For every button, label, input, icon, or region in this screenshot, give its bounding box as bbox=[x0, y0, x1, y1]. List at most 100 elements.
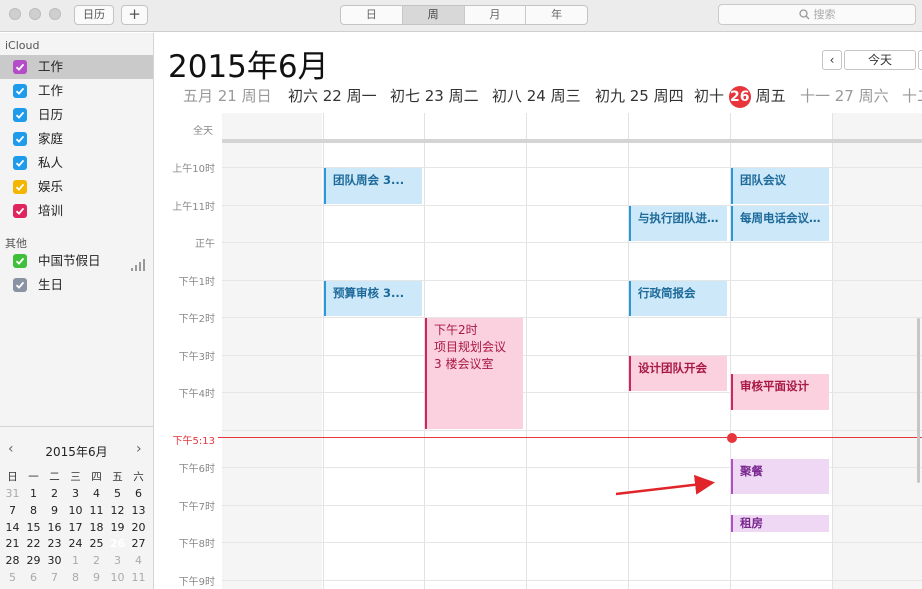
mini-calendar-day[interactable]: 3 bbox=[65, 486, 86, 502]
calendar-event[interactable]: 行政简报会 bbox=[629, 280, 727, 316]
add-event-button[interactable]: + bbox=[121, 5, 148, 25]
hour-label: 下午7时 bbox=[178, 501, 215, 513]
day-header[interactable]: 十二 bbox=[902, 85, 922, 109]
mini-calendar-day[interactable]: 26 bbox=[107, 535, 128, 553]
calendar-item[interactable]: 私人 bbox=[0, 151, 153, 175]
calendar-item[interactable]: 日历 bbox=[0, 103, 153, 127]
mini-calendar-day[interactable]: 17 bbox=[65, 520, 86, 536]
calendar-event[interactable]: 团队会议 bbox=[731, 168, 829, 204]
calendar-event[interactable]: 每周电话会议... bbox=[731, 205, 829, 241]
day-header[interactable]: 初七 23 周二 bbox=[390, 85, 479, 109]
calendar-item[interactable]: 工作 bbox=[0, 79, 153, 103]
hour-label: 上午11时 bbox=[172, 201, 215, 213]
mini-calendar-day[interactable]: 6 bbox=[23, 570, 44, 586]
mini-calendar-day[interactable]: 20 bbox=[128, 520, 149, 536]
mini-calendar-next-button[interactable]: › bbox=[136, 441, 142, 457]
mini-calendar-day[interactable]: 3 bbox=[107, 553, 128, 569]
mini-calendar-day[interactable]: 13 bbox=[128, 503, 149, 519]
mini-calendar-day[interactable]: 7 bbox=[2, 503, 23, 519]
zoom-window-button[interactable] bbox=[49, 8, 61, 20]
mini-calendar-day[interactable]: 10 bbox=[65, 503, 86, 519]
mini-calendar-day[interactable]: 15 bbox=[23, 520, 44, 536]
mini-calendar-day[interactable]: 18 bbox=[86, 520, 107, 536]
mini-calendar-day[interactable]: 6 bbox=[128, 486, 149, 502]
mini-calendar-day[interactable]: 4 bbox=[86, 486, 107, 502]
prev-week-button[interactable]: ‹ bbox=[822, 50, 842, 70]
mini-calendar-day[interactable]: 31 bbox=[2, 486, 23, 502]
mini-calendar-day[interactable]: 27 bbox=[128, 536, 149, 552]
calendar-item[interactable]: 工作 bbox=[0, 55, 153, 79]
mini-calendar-day[interactable]: 30 bbox=[44, 553, 65, 569]
calendar-checkbox[interactable] bbox=[13, 108, 27, 122]
mini-calendar-day[interactable]: 7 bbox=[44, 570, 65, 586]
mini-calendar-day[interactable]: 8 bbox=[23, 503, 44, 519]
week-view-tab[interactable]: 周 bbox=[402, 6, 465, 24]
calendar-event[interactable]: 下午2时 项目规划会议 3 楼会议室 bbox=[425, 318, 523, 429]
mini-calendar-day[interactable]: 29 bbox=[23, 553, 44, 569]
mini-calendar-day[interactable]: 14 bbox=[2, 520, 23, 536]
calendar-checkbox[interactable] bbox=[13, 254, 27, 268]
minimize-window-button[interactable] bbox=[29, 8, 41, 20]
calendar-event[interactable]: 审核平面设计 bbox=[731, 374, 829, 410]
current-time-dot bbox=[727, 433, 737, 443]
calendar-item[interactable]: 培训 bbox=[0, 199, 153, 223]
calendar-event[interactable]: 设计团队开会 bbox=[629, 355, 727, 391]
calendar-checkbox[interactable] bbox=[13, 132, 27, 146]
mini-calendar-day[interactable]: 11 bbox=[86, 503, 107, 519]
mini-calendar-day[interactable]: 9 bbox=[86, 570, 107, 586]
day-header[interactable]: 十一 27 周六 bbox=[800, 85, 889, 109]
calendar-item[interactable]: 娱乐 bbox=[0, 175, 153, 199]
calendar-item[interactable]: 中国节假日 bbox=[0, 249, 153, 273]
mini-calendar-day[interactable]: 16 bbox=[44, 520, 65, 536]
mini-calendar-day[interactable]: 8 bbox=[65, 570, 86, 586]
mini-calendar-day[interactable]: 4 bbox=[128, 553, 149, 569]
mini-calendar-day[interactable]: 5 bbox=[107, 486, 128, 502]
year-view-tab[interactable]: 年 bbox=[526, 6, 587, 24]
day-header[interactable]: 初十 26 周五 bbox=[694, 85, 786, 109]
search-field[interactable]: 搜索 bbox=[718, 4, 916, 25]
mini-calendar-day[interactable]: 19 bbox=[107, 520, 128, 536]
close-window-button[interactable] bbox=[9, 8, 21, 20]
mini-calendar-day[interactable]: 5 bbox=[2, 570, 23, 586]
mini-calendar-day[interactable]: 23 bbox=[44, 536, 65, 552]
mini-calendar-day[interactable]: 9 bbox=[44, 503, 65, 519]
calendar-checkbox[interactable] bbox=[13, 278, 27, 292]
mini-calendar-day[interactable]: 12 bbox=[107, 503, 128, 519]
mini-calendar-day[interactable]: 10 bbox=[107, 570, 128, 586]
mini-calendar-day[interactable]: 2 bbox=[86, 553, 107, 569]
calendar-event[interactable]: 聚餐 bbox=[731, 458, 829, 495]
calendar-event[interactable]: 预算审核 3... bbox=[324, 280, 422, 316]
mini-calendar-day[interactable]: 24 bbox=[65, 536, 86, 552]
current-time-line bbox=[218, 437, 922, 438]
mini-calendar-day[interactable]: 22 bbox=[23, 536, 44, 552]
calendar-checkbox[interactable] bbox=[13, 204, 27, 218]
calendar-checkbox[interactable] bbox=[13, 180, 27, 194]
vertical-scrollbar[interactable] bbox=[917, 318, 920, 483]
day-view-tab[interactable]: 日 bbox=[341, 6, 403, 24]
day-header[interactable]: 初六 22 周一 bbox=[288, 85, 377, 109]
day-header[interactable]: 初九 25 周四 bbox=[595, 85, 684, 109]
day-header[interactable]: 五月 21 周日 bbox=[183, 85, 272, 109]
calendar-event[interactable]: 租房 bbox=[731, 514, 829, 532]
calendar-checkbox[interactable] bbox=[13, 156, 27, 170]
month-view-tab[interactable]: 月 bbox=[465, 6, 527, 24]
day-column-divider bbox=[526, 113, 527, 589]
mini-calendar-day[interactable]: 1 bbox=[65, 553, 86, 569]
calendar-event[interactable]: 与执行团队进... bbox=[629, 205, 727, 241]
mini-calendar-day[interactable]: 1 bbox=[23, 486, 44, 502]
calendar-event[interactable]: 团队周会 3... bbox=[324, 168, 422, 204]
calendar-label: 日历 bbox=[38, 107, 64, 122]
calendar-checkbox[interactable] bbox=[13, 84, 27, 98]
calendar-checkbox[interactable] bbox=[13, 60, 27, 74]
calendars-button[interactable]: 日历 bbox=[74, 5, 114, 25]
mini-calendar-day[interactable]: 11 bbox=[128, 570, 149, 586]
calendar-item[interactable]: 生日 bbox=[0, 273, 153, 297]
mini-calendar-day[interactable]: 28 bbox=[2, 553, 23, 569]
mini-calendar-day[interactable]: 25 bbox=[86, 536, 107, 552]
next-week-button[interactable]: › bbox=[918, 50, 922, 70]
day-header[interactable]: 初八 24 周三 bbox=[492, 85, 581, 109]
today-button[interactable]: 今天 bbox=[844, 50, 916, 70]
mini-calendar-day[interactable]: 2 bbox=[44, 486, 65, 502]
calendar-item[interactable]: 家庭 bbox=[0, 127, 153, 151]
mini-calendar-day[interactable]: 21 bbox=[2, 536, 23, 552]
